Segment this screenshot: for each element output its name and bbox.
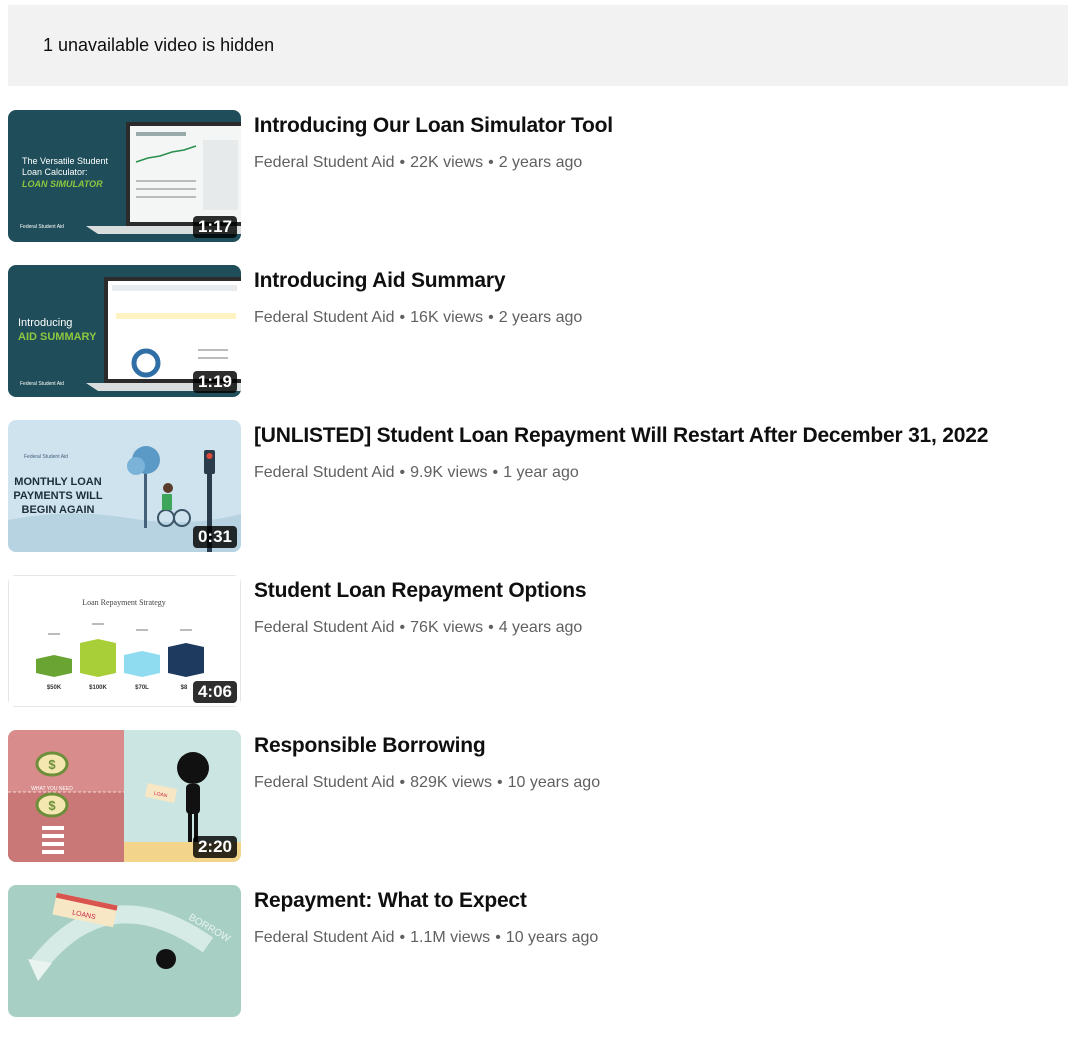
- video-title[interactable]: [UNLISTED] Student Loan Repayment Will R…: [254, 422, 1068, 450]
- video-title[interactable]: Repayment: What to Expect: [254, 887, 1068, 915]
- video-meta: Introducing Our Loan Simulator Tool Fede…: [254, 112, 1068, 173]
- video-item[interactable]: The Versatile Student Loan Calculator: L…: [8, 110, 1068, 265]
- thumb-label: $8: [181, 685, 188, 691]
- video-list: The Versatile Student Loan Calculator: L…: [8, 110, 1068, 1040]
- view-count: 829K views: [410, 774, 492, 791]
- separator-dot: •: [399, 774, 406, 791]
- upload-age: 10 years ago: [505, 929, 599, 946]
- upload-age: 2 years ago: [498, 309, 583, 326]
- channel-name[interactable]: Federal Student Aid: [254, 929, 395, 946]
- video-byline: Federal Student Aid • 76K views • 4 years ag…: [254, 618, 1068, 638]
- dollar-icon: $: [48, 798, 56, 813]
- video-meta: [UNLISTED] Student Loan Repayment Will R…: [254, 422, 1068, 483]
- video-item[interactable]: Federal Student Aid MONTHLY LOAN PAYMENT…: [8, 420, 1068, 575]
- video-meta: Repayment: What to Expect Federal Studen…: [254, 887, 1068, 948]
- video-thumbnail[interactable]: Federal Student Aid MONTHLY LOAN PAYMENT…: [8, 420, 241, 552]
- thumb-line: BEGIN AGAIN: [22, 504, 95, 516]
- separator-dot: •: [488, 619, 494, 636]
- video-title[interactable]: Responsible Borrowing: [254, 732, 1068, 760]
- upload-age: 2 years ago: [498, 154, 583, 171]
- dollar-icon: $: [48, 757, 56, 772]
- video-title[interactable]: Introducing Aid Summary: [254, 267, 1068, 295]
- thumb-line: WHAT YOU NEED: [31, 786, 73, 792]
- view-count: 16K views: [410, 309, 484, 326]
- thumb-brand: Federal Student Aid: [24, 454, 68, 460]
- video-thumbnail[interactable]: The Versatile Student Loan Calculator: L…: [8, 110, 241, 242]
- thumb-heading: Loan Repayment Strategy: [82, 598, 166, 607]
- video-meta: Responsible Borrowing Federal Student Ai…: [254, 732, 1068, 793]
- separator-dot: •: [399, 464, 406, 481]
- video-title[interactable]: Introducing Our Loan Simulator Tool: [254, 112, 1068, 140]
- video-byline: Federal Student Aid • 16K views • 2 years ag…: [254, 308, 1068, 328]
- video-duration: 2:20: [192, 836, 237, 858]
- video-byline: Federal Student Aid • 22K views • 2 years ag…: [254, 153, 1068, 173]
- upload-age: 4 years ago: [498, 619, 583, 636]
- video-duration: 0:31: [192, 526, 237, 548]
- view-count: 9.9K views: [410, 464, 488, 481]
- separator-dot: •: [495, 929, 501, 946]
- video-duration: 1:19: [192, 371, 237, 393]
- thumbnail-image: LOANS BORROW: [8, 885, 241, 1017]
- upload-age: 10 years ago: [507, 774, 601, 791]
- channel-name[interactable]: Federal Student Aid: [254, 154, 395, 171]
- hidden-videos-text: 1 unavailable video is hidden: [43, 35, 275, 55]
- video-item[interactable]: LOANS BORROW Repayment: What to Expect F…: [8, 885, 1068, 1040]
- view-count: 22K views: [410, 154, 484, 171]
- video-thumbnail[interactable]: LOANS BORROW: [8, 885, 241, 1017]
- thumb-line: The Versatile Student: [22, 156, 109, 166]
- thumb-brand: Federal Student Aid: [20, 381, 64, 387]
- thumb-line: LOAN SIMULATOR: [22, 179, 103, 189]
- thumb-label: $70L: [135, 685, 149, 691]
- separator-dot: •: [399, 309, 406, 326]
- separator-dot: •: [399, 619, 406, 636]
- upload-age: 1 year ago: [503, 464, 579, 481]
- video-thumbnail[interactable]: Loan Repayment Strategy $50K $100K $70L …: [8, 575, 241, 707]
- thumb-line: PAYMENTS WILL: [13, 490, 103, 502]
- video-thumbnail[interactable]: Introducing AID SUMMARY Federal Student …: [8, 265, 241, 397]
- separator-dot: •: [492, 464, 499, 481]
- thumb-label: $50K: [47, 685, 62, 691]
- video-meta: Introducing Aid Summary Federal Student …: [254, 267, 1068, 328]
- video-thumbnail[interactable]: $ $ WHAT YOU NEED LOAN 2:20: [8, 730, 241, 862]
- thumb-line: MONTHLY LOAN: [14, 476, 101, 488]
- thumb-brand: Federal Student Aid: [20, 224, 64, 230]
- video-byline: Federal Student Aid • 9.9K views • 1 year ag…: [254, 463, 1068, 483]
- thumb-line: Loan Calculator:: [22, 167, 88, 177]
- video-item[interactable]: Loan Repayment Strategy $50K $100K $70L …: [8, 575, 1068, 730]
- view-count: 1.1M views: [410, 929, 491, 946]
- hidden-videos-banner: 1 unavailable video is hidden: [8, 5, 1068, 86]
- channel-name[interactable]: Federal Student Aid: [254, 619, 395, 636]
- video-byline: Federal Student Aid • 1.1M views • 10 years …: [254, 928, 1068, 948]
- video-meta: Student Loan Repayment Options Federal S…: [254, 577, 1068, 638]
- video-item[interactable]: $ $ WHAT YOU NEED LOAN 2:20 Responsible …: [8, 730, 1068, 885]
- channel-name[interactable]: Federal Student Aid: [254, 309, 395, 326]
- separator-dot: •: [488, 309, 494, 326]
- thumb-line: AID SUMMARY: [18, 331, 97, 343]
- separator-dot: •: [488, 154, 494, 171]
- channel-name[interactable]: Federal Student Aid: [254, 464, 395, 481]
- view-count: 76K views: [410, 619, 484, 636]
- video-duration: 1:17: [192, 216, 237, 238]
- video-title[interactable]: Student Loan Repayment Options: [254, 577, 1068, 605]
- separator-dot: •: [399, 154, 406, 171]
- video-byline: Federal Student Aid • 829K views • 10 years …: [254, 773, 1068, 793]
- separator-dot: •: [496, 774, 503, 791]
- separator-dot: •: [399, 929, 406, 946]
- thumb-line: Introducing: [18, 317, 72, 329]
- channel-name[interactable]: Federal Student Aid: [254, 774, 395, 791]
- video-duration: 4:06: [192, 681, 237, 703]
- video-item[interactable]: Introducing AID SUMMARY Federal Student …: [8, 265, 1068, 420]
- thumb-label: $100K: [89, 685, 107, 691]
